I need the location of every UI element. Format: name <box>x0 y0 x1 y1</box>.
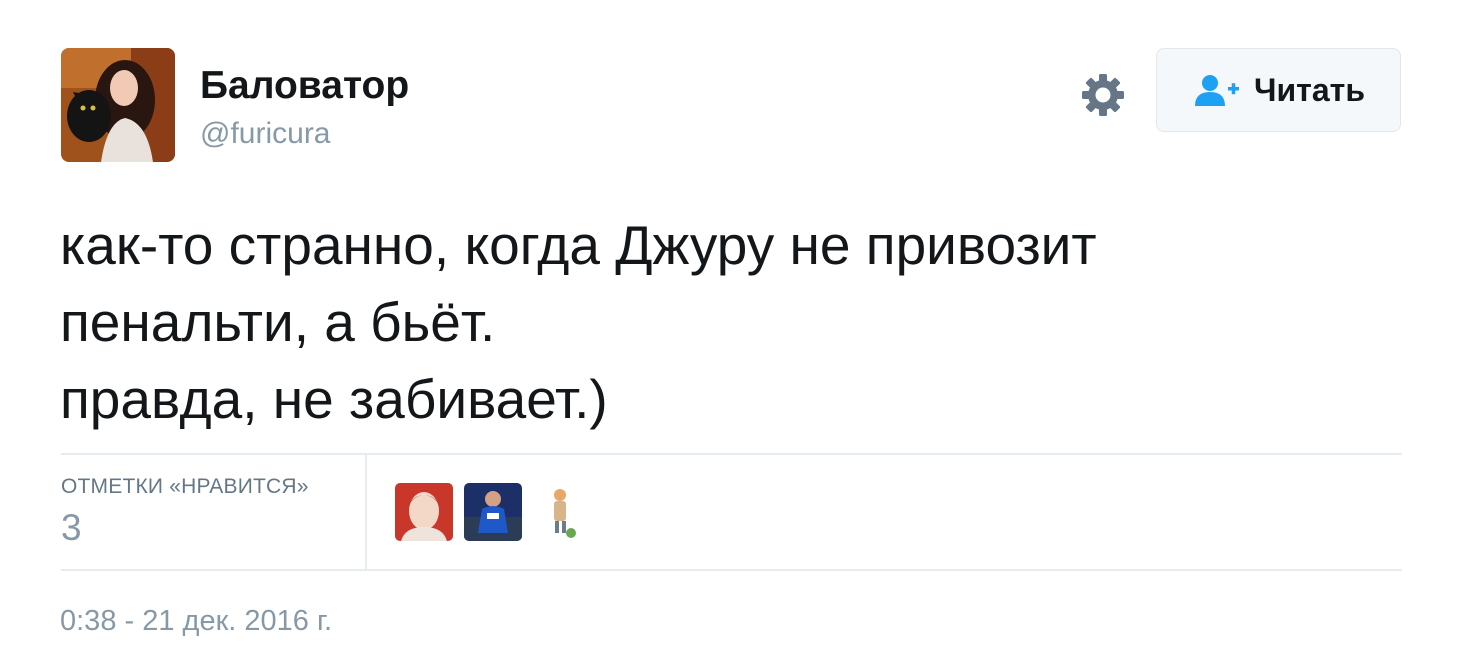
tweet-timestamp[interactable]: 0:38 - 21 дек. 2016 г. <box>60 602 332 640</box>
author-name[interactable]: Баловатор <box>200 62 409 110</box>
liker-avatar[interactable] <box>533 483 591 541</box>
likes-stat[interactable]: ОТМЕТКИ «НРАВИТСЯ» 3 <box>61 455 367 569</box>
tweet-line: как-то странно, когда Джуру не привозит <box>60 214 1097 276</box>
likers-list <box>395 483 591 541</box>
tweet-line: правда, не забивает.) <box>60 368 608 430</box>
liker-avatar[interactable] <box>395 483 453 541</box>
follow-label: Читать <box>1254 71 1365 108</box>
liker-avatar[interactable] <box>464 483 522 541</box>
author-avatar[interactable] <box>61 48 175 162</box>
tweet-line: пенальти, а бьёт. <box>60 291 496 353</box>
add-user-icon <box>1192 73 1240 107</box>
tweet-stats: ОТМЕТКИ «НРАВИТСЯ» 3 <box>61 453 1402 571</box>
author-handle[interactable]: @furicura <box>200 114 331 154</box>
profile-photo <box>61 48 175 162</box>
likes-count: 3 <box>61 507 82 548</box>
follow-button[interactable]: Читать <box>1156 48 1401 132</box>
tweet-text: как-то странно, когда Джуру не привозит … <box>60 207 1400 438</box>
likes-label: ОТМЕТКИ «НРАВИТСЯ» <box>61 475 309 498</box>
gear-icon[interactable] <box>1079 71 1127 119</box>
